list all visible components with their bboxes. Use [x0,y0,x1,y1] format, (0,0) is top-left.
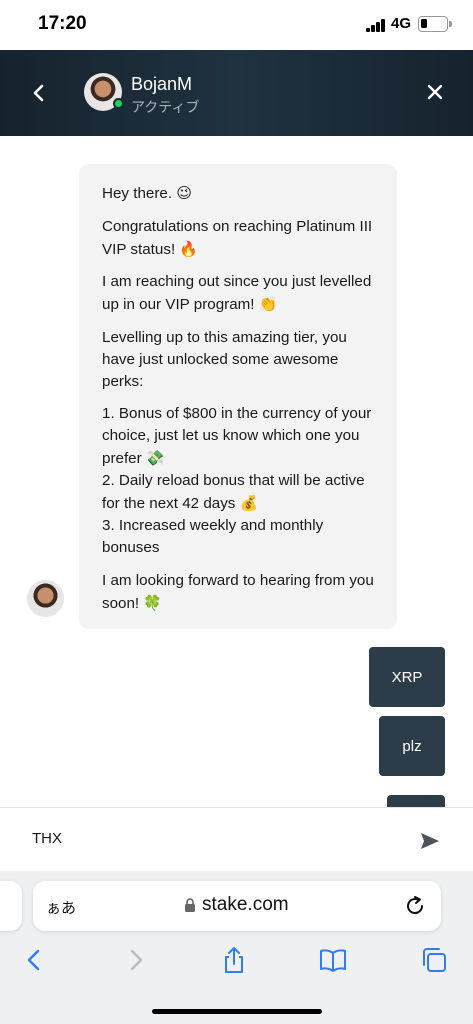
back-icon[interactable] [24,78,54,108]
chat-header: BojanM アクティブ [0,50,473,136]
browser-forward-icon[interactable] [121,945,151,975]
message-paragraph: Congratulations on reaching Platinum III… [102,217,373,258]
agent-name: BojanM [131,74,193,94]
wink-emoji: 😉 [176,184,192,202]
agent-avatar-small [27,580,64,617]
chat-thread[interactable]: Hey there. 😉 Congratulations on reaching… [0,136,473,807]
message-paragraph: Hey there. 😉 [102,184,192,202]
message-paragraph: Levelling up to this amazing tier, you h… [102,328,347,390]
fire-emoji: 🔥 [179,239,199,258]
signal-icon [366,18,386,32]
agent-status: アクティブ [131,99,200,115]
outgoing-message-bubble: plz [379,716,445,776]
perk-item: 1. Bonus of $800 in the currency of your… [102,405,372,467]
previous-tab[interactable] [0,881,22,931]
message-paragraph: I am reaching out since you just levelle… [102,273,372,313]
url-text[interactable]: stake.com [202,894,289,916]
money-wings-emoji: 💸 [145,449,165,467]
message-paragraph: I am looking forward to hearing from you… [102,571,374,612]
outgoing-message-bubble: XRP [369,647,445,707]
tabs-icon[interactable] [419,945,449,975]
outgoing-message-bubble [387,795,445,807]
money-bag-emoji: 💰 [239,494,259,512]
share-icon[interactable] [219,945,249,975]
send-icon[interactable] [419,830,441,852]
online-status-dot [113,98,124,109]
message-input[interactable]: THX [32,830,62,847]
reload-icon[interactable] [403,894,427,918]
perk-item: 2. Daily reload bonus that will be activ… [102,472,365,512]
perk-item: 3. Increased weekly and monthly bonuses [102,517,324,556]
status-bar: 17:20 4G [0,0,473,50]
close-icon[interactable] [423,80,447,104]
browser-back-icon[interactable] [19,945,49,975]
perks-list: 1. Bonus of $800 in the currency of your… [102,403,375,559]
clap-emoji: 👏 [258,295,278,313]
bookmarks-icon[interactable] [318,945,348,975]
lock-icon [185,898,195,912]
clover-emoji: 🍀 [143,593,163,612]
home-indicator [152,1009,322,1014]
browser-toolbar: ぁあ stake.com [0,871,473,1024]
status-time: 17:20 [38,13,87,34]
network-label: 4G [391,15,412,32]
text-size-button[interactable]: ぁあ [46,897,76,918]
address-bar[interactable]: ぁあ stake.com [33,881,441,931]
battery-icon [418,16,452,32]
incoming-message-bubble: Hey there. 😉 Congratulations on reaching… [79,164,397,629]
message-composer: THX [0,807,473,871]
